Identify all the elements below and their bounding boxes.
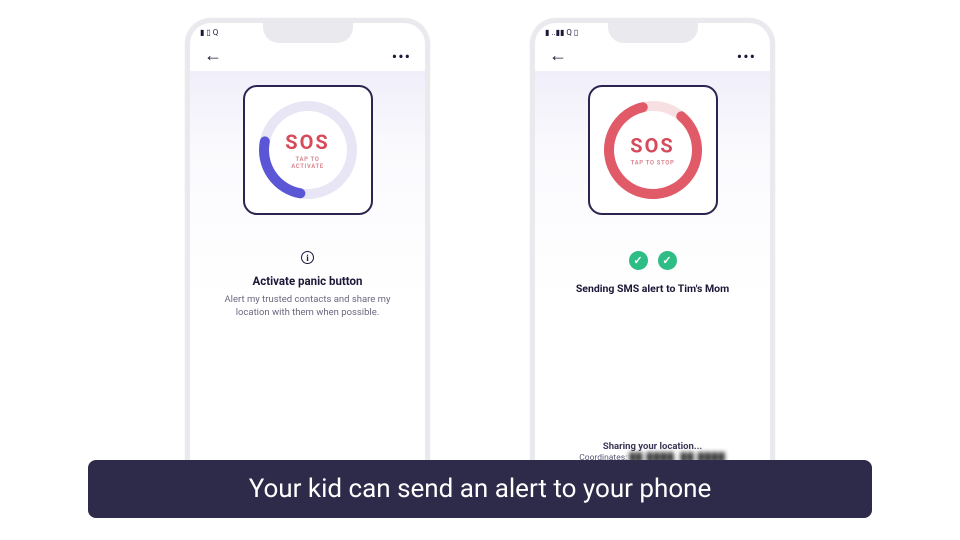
status-bar: ▮ ..▮▮ Q ▯ (535, 23, 770, 41)
caption-banner: Your kid can send an alert to your phone (88, 460, 872, 518)
info-icon: i (301, 251, 314, 264)
back-icon[interactable]: ← (204, 47, 222, 65)
back-icon[interactable]: ← (549, 47, 567, 65)
sos-ring: SOS TAP TO STOP (600, 97, 706, 203)
status-bar: ▮ ▯ Q (190, 23, 425, 41)
app-bar: ← ••• (190, 41, 425, 71)
screen-body: SOS TAP TO STOP ✓ ✓ Sending SMS alert to… (535, 71, 770, 483)
sending-status: Sending SMS alert to Tim's Mom (576, 282, 729, 295)
status-indicators: ▮ ▯ Q (200, 28, 218, 37)
screen-body: SOS TAP TO ACTIVATE i Activate panic but… (190, 71, 425, 483)
location-title: Sharing your location... (579, 440, 726, 453)
sos-button[interactable]: SOS TAP TO ACTIVATE (243, 85, 373, 215)
sos-subtitle: TAP TO ACTIVATE (281, 156, 334, 170)
sos-center: SOS TAP TO STOP (630, 134, 674, 167)
more-icon[interactable]: ••• (392, 47, 411, 66)
check-icon: ✓ (658, 251, 677, 270)
sos-button[interactable]: SOS TAP TO STOP (588, 85, 718, 215)
sos-center: SOS TAP TO ACTIVATE (281, 130, 334, 170)
app-bar: ← ••• (535, 41, 770, 71)
sos-subtitle: TAP TO STOP (630, 160, 674, 167)
screenshot-stage: ▮ ▯ Q ← ••• SOS TAP TO ACTIVATE (0, 0, 960, 540)
panic-description: Alert my trusted contacts and share my l… (213, 294, 403, 320)
sos-label: SOS (281, 130, 334, 154)
phone-right: ▮ ..▮▮ Q ▯ ← ••• SOS TAP TO STOP (530, 18, 775, 488)
panic-heading: Activate panic button (253, 274, 363, 288)
check-row: ✓ ✓ (629, 251, 677, 270)
check-icon: ✓ (629, 251, 648, 270)
status-indicators: ▮ ..▮▮ Q ▯ (545, 28, 578, 37)
sos-label: SOS (630, 134, 674, 158)
more-icon[interactable]: ••• (737, 47, 756, 66)
sos-ring: SOS TAP TO ACTIVATE (255, 97, 361, 203)
phone-left: ▮ ▯ Q ← ••• SOS TAP TO ACTIVATE (185, 18, 430, 488)
